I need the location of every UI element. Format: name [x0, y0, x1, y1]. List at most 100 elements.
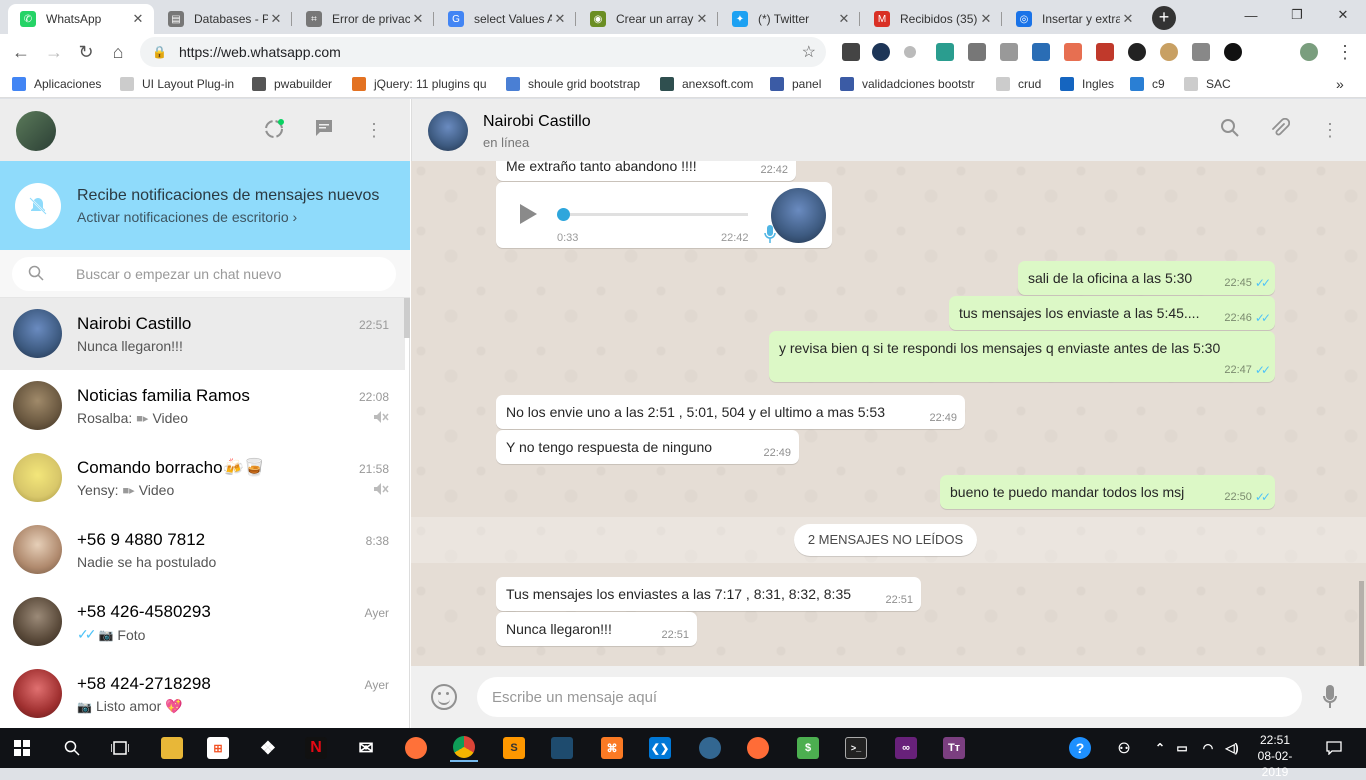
tab-twitter[interactable]: ✦ (*) Twitter ✕: [720, 4, 860, 34]
close-tab-icon[interactable]: ✕: [130, 11, 146, 27]
tab-gmail[interactable]: M Recibidos (35) ✕: [862, 4, 1002, 34]
windows-start-icon[interactable]: [8, 734, 36, 762]
bookmark-ingles[interactable]: Ingles: [1060, 75, 1114, 93]
chrome-icon[interactable]: [450, 734, 478, 762]
store-icon[interactable]: ⊞: [204, 734, 232, 762]
close-tab-icon[interactable]: ✕: [1120, 11, 1136, 27]
message-bubble-incoming[interactable]: Nunca llegaron!!! 22:51: [496, 612, 697, 646]
volume-icon[interactable]: ◁): [1218, 734, 1246, 762]
tab-crear-array[interactable]: ◉ Crear un array ✕: [578, 4, 718, 34]
chat-item-comando-borracho[interactable]: Comando borracho🍻🥃 21:58 Yensy: ■▸ Video: [0, 442, 405, 514]
bookmark-jquery[interactable]: jQuery: 11 plugins qu: [352, 75, 492, 93]
menu-dots-icon[interactable]: ⋮: [1318, 118, 1342, 142]
menu-dots-icon[interactable]: ⋮: [362, 118, 386, 142]
voice-progress-handle[interactable]: [557, 208, 570, 221]
reload-icon[interactable]: ↻: [75, 41, 97, 63]
search-icon[interactable]: [28, 265, 44, 284]
back-arrow-icon[interactable]: ←: [10, 41, 32, 63]
bookmark-pwabuilder[interactable]: pwabuilder: [252, 75, 332, 93]
extension-icon[interactable]: [872, 43, 890, 61]
message-input[interactable]: [477, 677, 1302, 717]
tab-whatsapp[interactable]: ✆ WhatsApp ✕: [8, 4, 154, 34]
mysql-workbench-icon[interactable]: [548, 734, 576, 762]
profile-avatar[interactable]: [1300, 43, 1318, 61]
postgres-icon[interactable]: [696, 734, 724, 762]
tab-error-privacidad[interactable]: ⌗ Error de privac ✕: [294, 4, 434, 34]
chat-item-noticias-familia-ramos[interactable]: Noticias familia Ramos 22:08 Rosalba: ■▸…: [0, 370, 405, 442]
message-bubble-outgoing[interactable]: y revisa bien q si te respondi los mensa…: [769, 331, 1275, 382]
task-view-icon[interactable]: [106, 734, 134, 762]
new-tab-button[interactable]: +: [1152, 6, 1176, 30]
bookmark-shoule-grid[interactable]: shoule grid bootstrap: [506, 75, 646, 93]
search-icon[interactable]: [1218, 118, 1242, 142]
bookmark-crud[interactable]: crud: [996, 75, 1041, 93]
extension-icon[interactable]: [936, 43, 954, 61]
extension-icon[interactable]: [904, 46, 916, 58]
netflix-icon[interactable]: N: [302, 734, 330, 762]
contact-avatar[interactable]: [428, 111, 468, 151]
microphone-icon[interactable]: [1323, 684, 1337, 710]
close-tab-icon[interactable]: ✕: [552, 11, 568, 27]
app-icon[interactable]: $: [794, 734, 822, 762]
sublime-icon[interactable]: S: [500, 734, 528, 762]
terminal-icon[interactable]: >_: [842, 734, 870, 762]
message-bubble-incoming[interactable]: Tus mensajes los enviastes a las 7:17 , …: [496, 577, 921, 611]
dropbox-icon[interactable]: ❖: [254, 734, 282, 762]
bookmark-c9[interactable]: c9: [1130, 75, 1165, 93]
bookmark-aplicaciones[interactable]: Aplicaciones: [12, 75, 101, 93]
more-bookmarks-icon[interactable]: »: [1336, 75, 1344, 93]
message-bubble-outgoing[interactable]: tus mensajes los enviaste a las 5:45....…: [949, 296, 1275, 330]
extension-icon[interactable]: [842, 43, 860, 61]
file-explorer-icon[interactable]: [158, 734, 186, 762]
bookmark-validaciones[interactable]: validadciones bootstr: [840, 75, 980, 93]
voice-progress-track[interactable]: [564, 213, 748, 216]
firefox-icon[interactable]: [402, 734, 430, 762]
action-center-icon[interactable]: [1320, 734, 1348, 762]
taskbar-clock[interactable]: 22:51 08-02-2019: [1250, 732, 1300, 780]
new-chat-icon[interactable]: [312, 118, 336, 142]
close-tab-icon[interactable]: ✕: [836, 11, 852, 27]
user-avatar[interactable]: [16, 111, 56, 151]
notification-banner[interactable]: Recibe notificaciones de mensajes nuevos…: [0, 161, 410, 250]
extension-icon[interactable]: [1096, 43, 1114, 61]
extension-icon[interactable]: [1000, 43, 1018, 61]
close-tab-icon[interactable]: ✕: [694, 11, 710, 27]
chat-item-58-426-4580293[interactable]: +58 426-4580293 Ayer ✓✓ 📷 Foto: [0, 586, 405, 658]
restore-window-icon[interactable]: ❐: [1274, 0, 1320, 30]
close-tab-icon[interactable]: ✕: [268, 11, 284, 27]
battery-icon[interactable]: ▭: [1168, 734, 1196, 762]
forward-arrow-icon[interactable]: →: [43, 41, 65, 63]
play-icon[interactable]: [518, 203, 538, 228]
close-tab-icon[interactable]: ✕: [978, 11, 994, 27]
tab-databases[interactable]: ▤ Databases - Pr ✕: [156, 4, 292, 34]
messages-scrollbar[interactable]: [1359, 581, 1364, 666]
typora-icon[interactable]: Tт: [940, 734, 968, 762]
visual-studio-icon[interactable]: ∞: [892, 734, 920, 762]
extension-icon[interactable]: [1192, 43, 1210, 61]
url-text[interactable]: https://web.whatsapp.com: [179, 44, 802, 60]
people-icon[interactable]: ⚇: [1110, 734, 1138, 762]
message-bubble-outgoing[interactable]: bueno te puedo mandar todos los msj 22:5…: [940, 475, 1275, 509]
message-bubble-incoming[interactable]: Me extraño tanto abandono !!!! 22:42: [496, 161, 796, 181]
download-icon[interactable]: [968, 43, 986, 61]
message-bubble-incoming[interactable]: No los envie uno a las 2:51 , 5:01, 504 …: [496, 395, 965, 429]
vscode-icon[interactable]: ❮❯: [646, 734, 674, 762]
extension-icon[interactable]: [1224, 43, 1242, 61]
chat-item-56-9-4880-7812[interactable]: +56 9 4880 7812 8:38 Nadie se ha postula…: [0, 514, 405, 586]
help-icon[interactable]: ?: [1066, 734, 1094, 762]
attach-paperclip-icon[interactable]: [1268, 117, 1292, 142]
xampp-icon[interactable]: ⌘: [598, 734, 626, 762]
message-bubble-outgoing[interactable]: sali de la oficina a las 5:30 22:45 ✓✓: [1018, 261, 1275, 295]
bookmark-star-icon[interactable]: ☆: [802, 42, 816, 62]
minimize-window-icon[interactable]: —: [1228, 0, 1274, 30]
mail-icon[interactable]: ✉: [352, 734, 380, 762]
postman-icon[interactable]: [744, 734, 772, 762]
cookie-icon[interactable]: [1160, 43, 1178, 61]
grammarly-icon[interactable]: [1128, 43, 1146, 61]
status-icon[interactable]: [262, 118, 286, 142]
conversation-header[interactable]: Nairobi Castillo en línea ⋮: [411, 99, 1366, 161]
bookmark-panel[interactable]: panel: [770, 75, 821, 93]
voice-note-bubble[interactable]: 0:33 22:42: [496, 182, 832, 248]
close-window-icon[interactable]: ✕: [1320, 0, 1366, 30]
close-tab-icon[interactable]: ✕: [410, 11, 426, 27]
